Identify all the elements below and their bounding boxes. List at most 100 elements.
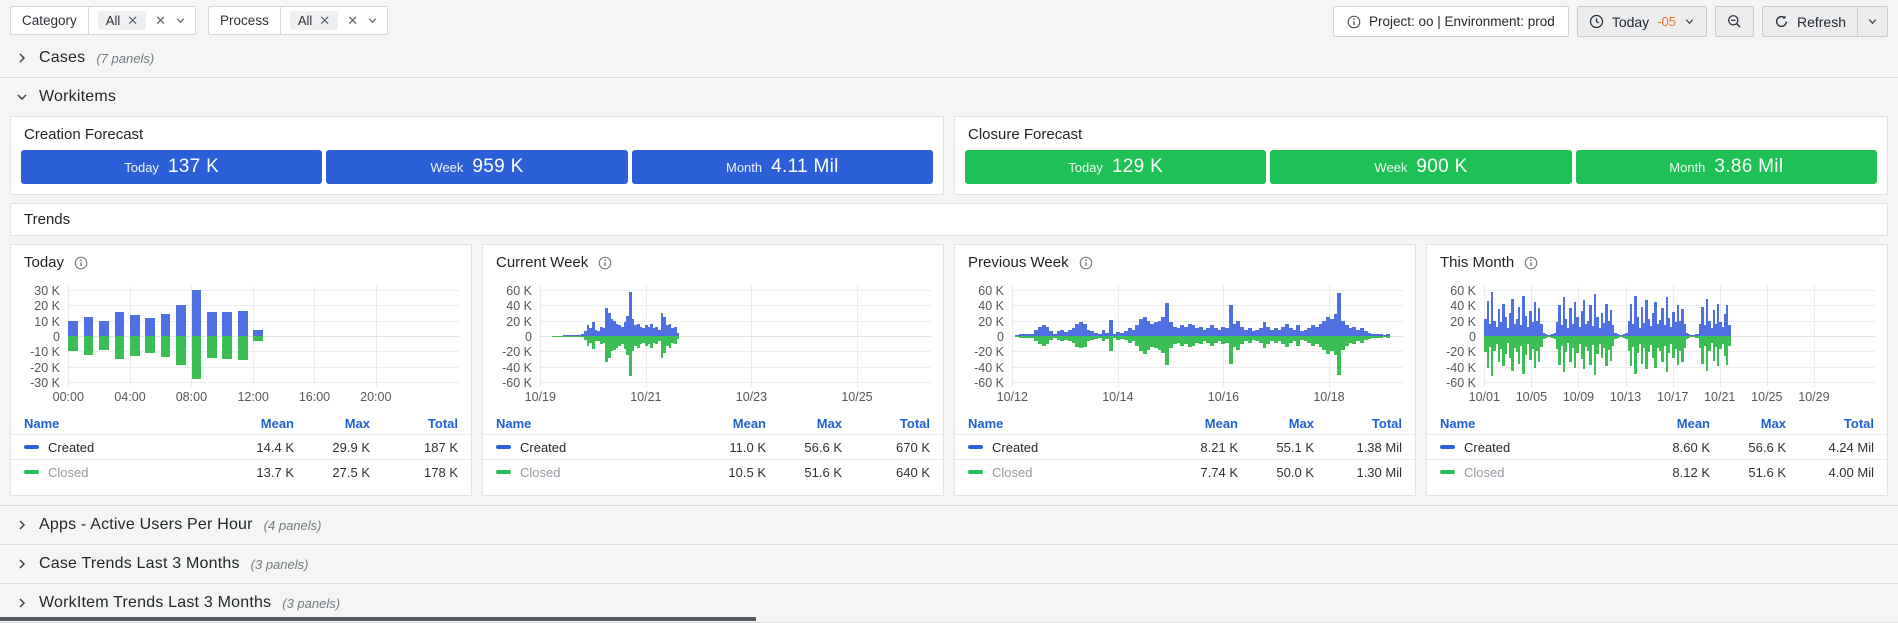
remove-chip-icon[interactable]: ✕ (127, 14, 138, 27)
x-tick-label: 10/19 (525, 390, 556, 404)
created-bar (192, 290, 202, 336)
chevron-right-icon (16, 558, 28, 570)
legend-series-toggle[interactable]: Created (1440, 440, 1618, 455)
legend-header-mean[interactable]: Mean (202, 416, 294, 431)
legend-header-name[interactable]: Name (496, 416, 674, 431)
panel-title[interactable]: Current Week (496, 254, 588, 271)
legend-row: Closed10.5 K51.6 K640 K (483, 459, 943, 484)
category-filter[interactable]: Category All ✕ ✕ (10, 6, 196, 35)
chart-plot[interactable]: 60 K40 K20 K0-20 K-40 K-60 K (493, 285, 931, 387)
refresh-button[interactable]: Refresh (1762, 6, 1857, 37)
clear-filter-icon[interactable]: ✕ (347, 14, 358, 27)
panel-title[interactable]: Closure Forecast (955, 117, 1887, 150)
row-case-trends[interactable]: Case Trends Last 3 Months (3 panels) (0, 545, 1898, 583)
legend-header-total[interactable]: Total (370, 416, 458, 431)
y-tick-label: 30 K (21, 285, 60, 298)
row-title: Cases (39, 49, 85, 67)
context-badge[interactable]: Project: oo | Environment: prod (1333, 6, 1569, 37)
closed-bar (176, 336, 186, 365)
legend-header-max[interactable]: Max (766, 416, 842, 431)
legend-header-name[interactable]: Name (1440, 416, 1618, 431)
row-workitems[interactable]: Workitems (0, 78, 1898, 116)
remove-chip-icon[interactable]: ✕ (319, 14, 330, 27)
legend-header-total[interactable]: Total (1314, 416, 1402, 431)
stat-tile: Week959 K (326, 150, 627, 184)
x-tick-label: 00:00 (53, 390, 84, 404)
legend-series-name: Created (520, 440, 566, 455)
chart-plot[interactable]: 60 K40 K20 K0-20 K-40 K-60 K (965, 285, 1403, 387)
legend-max-value: 29.9 K (294, 440, 370, 455)
clear-filter-icon[interactable]: ✕ (155, 14, 166, 27)
info-icon[interactable] (1079, 256, 1093, 270)
legend-row: Created8.60 K56.6 K4.24 Mil (1427, 434, 1887, 459)
horizontal-scrollbar[interactable] (0, 617, 756, 621)
gridline (1483, 290, 1875, 291)
panel-title[interactable]: Previous Week (968, 254, 1069, 271)
chevron-down-icon (16, 91, 28, 103)
stat-tiles: Today137 KWeek959 KMonth4.11 Mil (11, 150, 943, 194)
chart-plot[interactable]: 30 K20 K10 K0-10 K-20 K-30 K (21, 285, 459, 387)
y-tick-label: 0 (493, 331, 532, 344)
chart-plot[interactable]: 60 K40 K20 K0-20 K-40 K-60 K (1437, 285, 1875, 387)
y-tick-label: -20 K (965, 346, 1004, 359)
y-tick-label: -20 K (493, 346, 532, 359)
closed-bar (99, 336, 109, 350)
gridline (539, 321, 931, 322)
panel-title[interactable]: Today (24, 254, 64, 271)
legend-series-toggle[interactable]: Closed (1440, 465, 1618, 480)
panel-title[interactable]: Trends (11, 204, 1887, 235)
process-filter[interactable]: Process All ✕ ✕ (208, 6, 388, 35)
row-cases[interactable]: Cases (7 panels) (0, 39, 1898, 77)
chevron-down-icon[interactable] (367, 15, 378, 26)
time-picker-button[interactable]: Today -05 (1577, 6, 1707, 37)
legend-series-toggle[interactable]: Closed (24, 465, 202, 480)
legend-header-mean[interactable]: Mean (1618, 416, 1710, 431)
legend-series-toggle[interactable]: Created (24, 440, 202, 455)
legend-total-value: 1.30 Mil (1314, 465, 1402, 480)
series-color-swatch (968, 445, 983, 449)
x-tick-label: 10/17 (1657, 390, 1688, 404)
refresh-interval-button[interactable] (1857, 6, 1888, 37)
chevron-right-icon (16, 597, 28, 609)
category-filter-chip[interactable]: All ✕ (98, 11, 146, 30)
gridline (539, 351, 931, 352)
legend-header-max[interactable]: Max (1710, 416, 1786, 431)
gridline (67, 305, 459, 306)
chart-panel-this-month: This Month 60 K40 K20 K0-20 K-40 K-60 K … (1426, 244, 1888, 496)
process-filter-chip[interactable]: All ✕ (290, 11, 338, 30)
chevron-down-icon[interactable] (175, 15, 186, 26)
info-icon[interactable] (598, 256, 612, 270)
info-icon[interactable] (74, 256, 88, 270)
legend-header-total[interactable]: Total (842, 416, 930, 431)
created-bar (115, 312, 125, 336)
category-filter-value[interactable]: All ✕ ✕ (89, 7, 195, 34)
legend-header-total[interactable]: Total (1786, 416, 1874, 431)
legend-header-mean[interactable]: Mean (674, 416, 766, 431)
created-bar (222, 312, 232, 336)
stat-tile: Month4.11 Mil (632, 150, 933, 184)
legend-header-max[interactable]: Max (1238, 416, 1314, 431)
created-bar (84, 317, 94, 336)
row-panel-count: (3 panels) (282, 596, 340, 611)
legend-header-name[interactable]: Name (24, 416, 202, 431)
legend-series-toggle[interactable]: Created (968, 440, 1146, 455)
x-tick-label: 10/01 (1469, 390, 1500, 404)
legend-header-name[interactable]: Name (968, 416, 1146, 431)
legend-series-toggle[interactable]: Closed (968, 465, 1146, 480)
legend-series-name: Created (992, 440, 1038, 455)
zoom-out-button[interactable] (1715, 6, 1754, 37)
process-filter-value[interactable]: All ✕ ✕ (281, 7, 387, 34)
legend-row: Closed8.12 K51.6 K4.00 Mil (1427, 459, 1887, 484)
stat-label: Today (1068, 160, 1103, 175)
legend-series-name: Closed (48, 465, 88, 480)
legend-series-toggle[interactable]: Closed (496, 465, 674, 480)
panel-title[interactable]: Creation Forecast (11, 117, 943, 150)
legend-header-max[interactable]: Max (294, 416, 370, 431)
info-icon[interactable] (1524, 256, 1538, 270)
x-tick-label: 10/12 (997, 390, 1028, 404)
legend-header-mean[interactable]: Mean (1146, 416, 1238, 431)
legend-series-toggle[interactable]: Created (496, 440, 674, 455)
gridline (1483, 367, 1875, 368)
row-apps[interactable]: Apps - Active Users Per Hour (4 panels) (0, 506, 1898, 544)
panel-title[interactable]: This Month (1440, 254, 1514, 271)
